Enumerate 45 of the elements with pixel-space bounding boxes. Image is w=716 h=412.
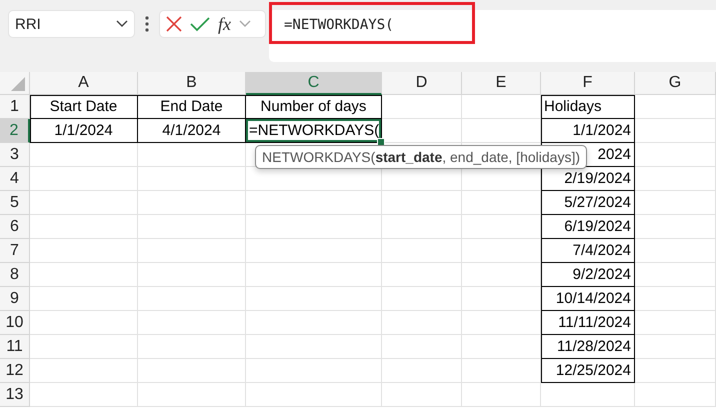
- table-cell: 11/28/2024: [541, 335, 635, 359]
- table-cell: Number of days: [246, 95, 382, 119]
- column-header[interactable]: F: [541, 72, 635, 95]
- cancel-icon[interactable]: [166, 16, 182, 32]
- row-header[interactable]: 7: [0, 239, 30, 263]
- row-header[interactable]: 12: [0, 359, 30, 383]
- column-header[interactable]: E: [462, 72, 541, 95]
- column-header[interactable]: B: [138, 72, 246, 95]
- table-cell: 6/19/2024: [541, 215, 635, 239]
- more-icon[interactable]: [145, 16, 149, 32]
- table-cell: End Date: [138, 95, 246, 119]
- formula-field[interactable]: =NETWORKDAYS(: [269, 10, 716, 62]
- table-cell: Start Date: [30, 95, 138, 119]
- row-header[interactable]: 3: [0, 143, 30, 167]
- row-header[interactable]: 6: [0, 215, 30, 239]
- table-cell: 1/1/2024: [541, 119, 635, 143]
- column-header[interactable]: C: [246, 72, 382, 95]
- row-header[interactable]: 9: [0, 287, 30, 311]
- cell-input[interactable]: =NETWORKDAYS(: [246, 119, 382, 143]
- row-header[interactable]: 4: [0, 167, 30, 191]
- table-cell: 9/2/2024: [541, 263, 635, 287]
- row-header[interactable]: 10: [0, 311, 30, 335]
- table-cell: 4/1/2024: [138, 119, 246, 143]
- row-header[interactable]: 13: [0, 383, 30, 407]
- row-header[interactable]: 2: [0, 119, 30, 143]
- table-cell: 1/1/2024: [30, 119, 138, 143]
- table-cell: 7/4/2024: [541, 239, 635, 263]
- column-header[interactable]: G: [635, 72, 716, 95]
- row-header[interactable]: 5: [0, 191, 30, 215]
- function-tooltip: NETWORKDAYS(start_date, end_date, [holidays]): [255, 145, 587, 169]
- table-cell: 2/19/2024: [541, 167, 635, 191]
- column-header[interactable]: A: [30, 72, 138, 95]
- row-header[interactable]: 11: [0, 335, 30, 359]
- row-header[interactable]: 1: [0, 95, 30, 119]
- row-header[interactable]: 8: [0, 263, 30, 287]
- table-cell: Holidays: [541, 95, 635, 119]
- name-box[interactable]: RRI: [8, 10, 135, 38]
- column-header[interactable]: D: [382, 72, 462, 95]
- table-cell: 5/27/2024: [541, 191, 635, 215]
- caret-icon[interactable]: [116, 20, 128, 28]
- insert-function-button[interactable]: fx: [218, 14, 231, 34]
- table-cell: 11/11/2024: [541, 311, 635, 335]
- table-cell: 10/14/2024: [541, 287, 635, 311]
- check-icon[interactable]: [190, 16, 210, 32]
- table-cell: 12/25/2024: [541, 359, 635, 383]
